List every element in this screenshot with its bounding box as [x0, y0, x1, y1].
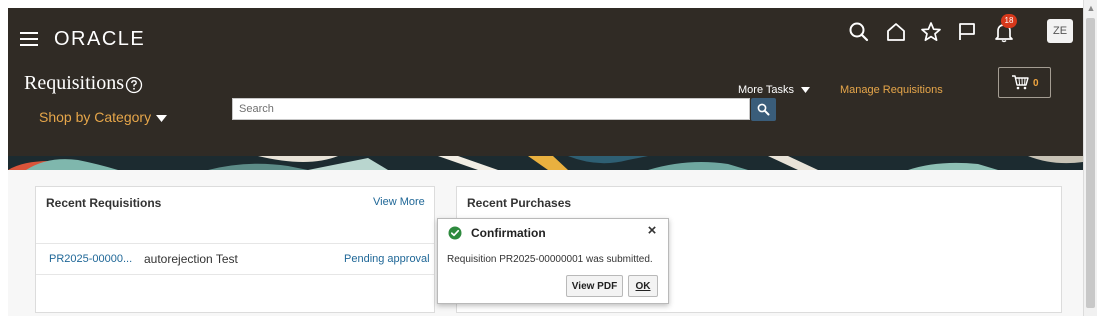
- recent-purchases-title: Recent Purchases: [467, 196, 572, 210]
- search-icon: [757, 103, 770, 121]
- view-more-link[interactable]: View More: [373, 196, 425, 208]
- notification-count-badge: 18: [1001, 14, 1017, 28]
- search-input[interactable]: [232, 98, 750, 120]
- shop-by-category-label: Shop by Category: [39, 109, 152, 125]
- success-check-icon: [448, 226, 462, 245]
- view-pdf-button[interactable]: View PDF: [566, 275, 623, 297]
- decorative-banner: [8, 156, 1083, 170]
- search-button[interactable]: [751, 98, 776, 121]
- confirmation-dialog: Confirmation × Requisition PR2025-000000…: [437, 218, 669, 304]
- search-icon[interactable]: [846, 19, 872, 45]
- caret-down-icon: [801, 84, 811, 96]
- dialog-title: Confirmation: [471, 226, 546, 240]
- cart-count: 0: [1033, 78, 1039, 89]
- requisition-description: autorejection Test: [144, 252, 238, 266]
- oracle-logo[interactable]: ORACLE: [54, 28, 145, 51]
- shop-by-category-menu[interactable]: Shop by Category: [39, 109, 167, 125]
- shopping-cart-button[interactable]: 0: [998, 67, 1051, 98]
- home-icon[interactable]: [883, 19, 909, 45]
- menu-icon[interactable]: [20, 32, 40, 46]
- row-divider: [36, 243, 434, 244]
- flag-icon[interactable]: [954, 19, 980, 45]
- requisition-status: Pending approval: [344, 253, 430, 265]
- recent-requisitions-card: Recent Requisitions View More PR2025-000…: [35, 186, 435, 313]
- help-icon[interactable]: [125, 76, 143, 94]
- dialog-message: Requisition PR2025-00000001 was submitte…: [447, 254, 653, 265]
- recent-requisitions-title: Recent Requisitions: [46, 196, 162, 210]
- notifications-bell-icon[interactable]: 18: [991, 14, 1017, 45]
- row-divider: [36, 274, 434, 275]
- star-icon[interactable]: [918, 19, 944, 45]
- page-scrollbar[interactable]: ▲: [1083, 0, 1097, 316]
- cart-icon: [1011, 74, 1029, 95]
- more-tasks-label: More Tasks: [738, 84, 795, 96]
- requisition-number-link[interactable]: PR2025-00000...: [49, 253, 132, 265]
- scrollbar-thumb[interactable]: [1086, 18, 1095, 308]
- close-icon[interactable]: ×: [644, 223, 660, 239]
- user-avatar[interactable]: ZE: [1047, 19, 1073, 43]
- page-title: Requisitions: [24, 72, 125, 94]
- ok-button[interactable]: OK: [628, 275, 658, 297]
- app-header: ORACLE 18 ZE Requisitions More Tasks Man…: [8, 8, 1083, 156]
- caret-down-icon: [155, 109, 167, 125]
- manage-requisitions-link[interactable]: Manage Requisitions: [840, 84, 943, 96]
- more-tasks-menu[interactable]: More Tasks: [738, 84, 811, 96]
- scroll-up-arrow-icon[interactable]: ▲: [1084, 3, 1097, 13]
